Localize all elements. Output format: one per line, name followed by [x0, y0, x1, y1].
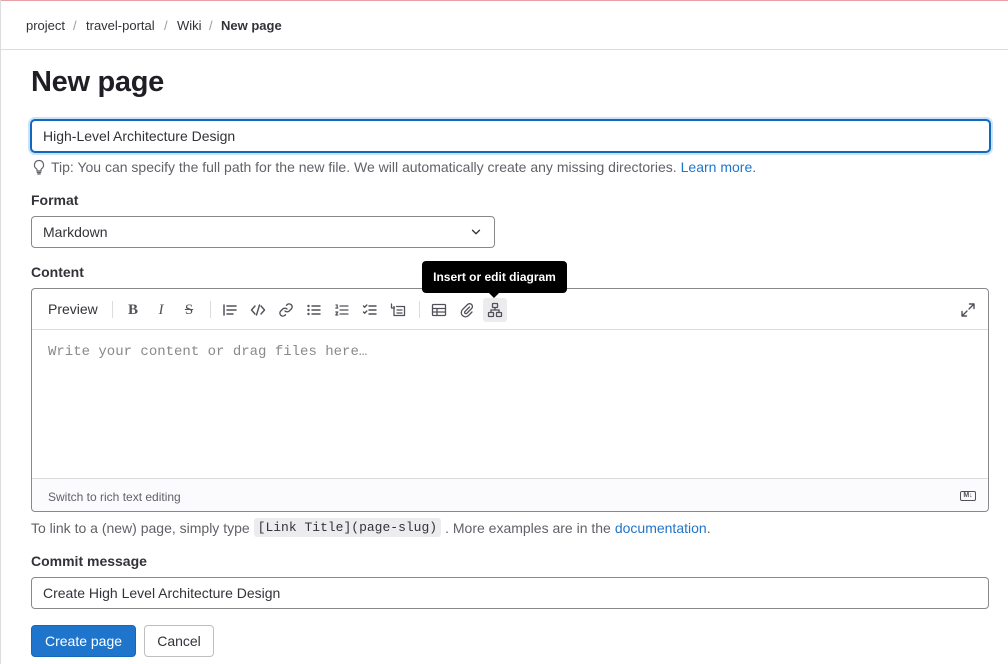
table-icon	[431, 303, 447, 317]
help-suffix: .	[706, 519, 711, 536]
bold-button[interactable]: B	[121, 298, 145, 322]
switch-to-rich-text-link[interactable]: Switch to rich text editing	[48, 490, 181, 504]
link-help-text: To link to a (new) page, simply type [Li…	[31, 518, 711, 537]
attach-file-button[interactable]	[455, 298, 479, 322]
diagram-tooltip: Insert or edit diagram	[422, 261, 567, 298]
diagram-button[interactable]	[483, 298, 507, 322]
editor-footer: Switch to rich text editing M↓	[32, 478, 988, 511]
learn-more-link[interactable]: Learn more.	[681, 159, 756, 175]
breadcrumb-separator: /	[164, 18, 168, 33]
help-code-sample: [Link Title](page-slug)	[253, 518, 442, 537]
bulleted-list-button[interactable]	[302, 298, 326, 322]
breadcrumb-travel-portal[interactable]: travel-portal	[86, 18, 155, 33]
strikethrough-button[interactable]: S	[177, 298, 201, 322]
quote-icon	[223, 304, 237, 316]
italic-button[interactable]: I	[149, 298, 173, 322]
italic-icon: I	[158, 301, 164, 318]
page-title-input[interactable]	[31, 120, 990, 152]
left-border	[0, 0, 1, 664]
format-select[interactable]: Markdown	[31, 216, 495, 248]
quote-button[interactable]	[218, 298, 242, 322]
lightbulb-icon	[33, 159, 45, 175]
tip-text: Tip: You can specify the full path for t…	[51, 159, 677, 175]
code-button[interactable]	[246, 298, 270, 322]
toolbar-divider	[419, 301, 420, 318]
page-title: New page	[31, 66, 164, 98]
attach-file-icon	[460, 303, 474, 318]
task-list-button[interactable]	[358, 298, 382, 322]
task-list-icon	[362, 304, 377, 315]
create-page-button[interactable]: Create page	[31, 625, 136, 657]
toolbar-divider	[210, 301, 211, 318]
breadcrumb: project / travel-portal / Wiki / New pag…	[0, 0, 1008, 50]
markdown-editor: Preview B I S Write your content or drag…	[31, 288, 989, 512]
chevron-down-icon	[471, 229, 481, 235]
preview-button[interactable]: Preview	[48, 301, 98, 317]
collapsible-section-icon	[390, 303, 406, 317]
diagram-icon	[487, 302, 503, 318]
bold-icon: B	[127, 301, 138, 318]
format-selected-value: Markdown	[43, 224, 108, 240]
cancel-button[interactable]: Cancel	[144, 625, 214, 657]
content-textarea[interactable]: Write your content or drag files here…	[48, 344, 367, 360]
toolbar-divider	[112, 301, 113, 318]
bulleted-list-icon	[307, 304, 321, 316]
commit-message-label: Commit message	[31, 553, 147, 569]
collapsible-section-button[interactable]	[386, 298, 410, 322]
breadcrumb-separator: /	[73, 18, 77, 33]
breadcrumb-separator: /	[209, 18, 213, 33]
numbered-list-button[interactable]	[330, 298, 354, 322]
format-label: Format	[31, 192, 79, 208]
link-button[interactable]	[274, 298, 298, 322]
table-button[interactable]	[427, 298, 451, 322]
fullscreen-icon	[961, 303, 975, 317]
editor-toolbar: Preview B I S	[32, 289, 988, 330]
code-icon	[250, 304, 266, 316]
link-icon	[279, 303, 293, 317]
breadcrumb-current-page: New page	[221, 18, 282, 33]
strikethrough-icon: S	[184, 301, 194, 318]
help-middle: . More examples are in the	[445, 519, 611, 536]
documentation-link[interactable]: documentation	[615, 520, 707, 536]
markdown-icon: M↓	[960, 491, 976, 501]
numbered-list-icon	[335, 304, 349, 316]
title-tip: Tip: You can specify the full path for t…	[31, 159, 756, 175]
fullscreen-button[interactable]	[956, 298, 980, 322]
breadcrumb-wiki[interactable]: Wiki	[177, 18, 202, 33]
content-label: Content	[31, 264, 84, 280]
breadcrumb-project[interactable]: project	[26, 18, 65, 33]
help-prefix: To link to a (new) page, simply type	[31, 519, 250, 536]
commit-message-input[interactable]	[31, 577, 989, 609]
